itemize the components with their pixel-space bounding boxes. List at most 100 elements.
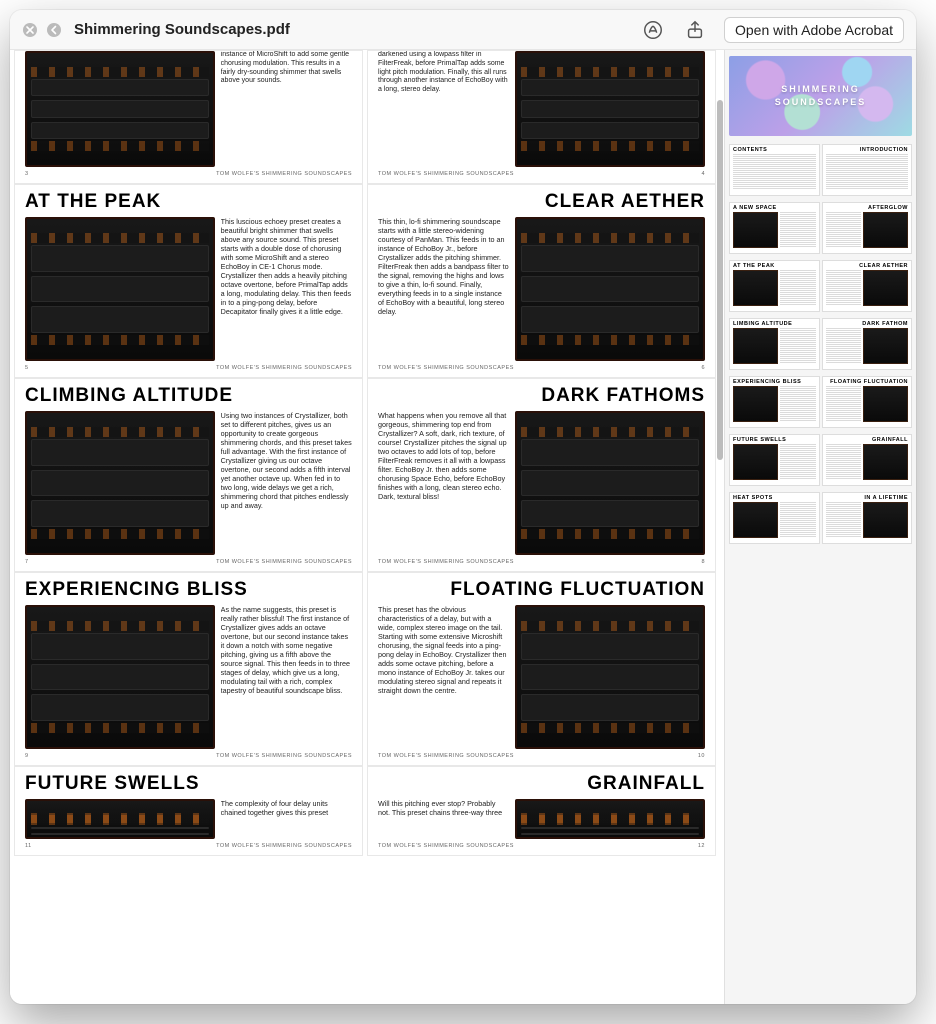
thumbnail-title: EXPERIENCING BLISS (733, 379, 816, 385)
page-thumbnail[interactable]: FUTURE SWELLS (729, 434, 820, 486)
page-number: 3 (25, 171, 29, 181)
page-thumbnail[interactable]: HEAT SPOTS (729, 492, 820, 544)
preset-title: DARK FATHOMS (541, 385, 705, 407)
markup-icon[interactable] (642, 19, 664, 41)
page-thumbnail[interactable]: GRAINFALL (822, 434, 913, 486)
thumbnail-title: AT THE PEAK (733, 263, 816, 269)
page-footer: 4 TOM WOLFE'S SHIMMERING SOUNDSCAPES (368, 171, 715, 183)
preset-description: darkened using a lowpass filter in Filte… (378, 51, 509, 167)
preset-description: instance of MicroShift to add some gentl… (221, 51, 352, 167)
page-thumbnail[interactable]: A NEW SPACE (729, 202, 820, 254)
thumbnail-sidebar[interactable]: SHIMMERING SOUNDSCAPES CONTENTS INTRODUCT… (724, 50, 916, 1004)
preset-title: AT THE PEAK (25, 191, 161, 213)
pdf-page[interactable]: EXPERIENCING BLISSAs the name suggests, … (14, 572, 363, 766)
thumbnail-title: HEAT SPOTS (733, 495, 816, 501)
footer-credit: TOM WOLFE'S SHIMMERING SOUNDSCAPES (378, 365, 514, 375)
page-thumbnail[interactable]: INTRODUCTION (822, 144, 913, 196)
preset-title: FUTURE SWELLS (25, 773, 200, 795)
plugin-screenshot (25, 799, 215, 839)
page-thumbnail[interactable]: CONTENTS (729, 144, 820, 196)
page-thumbnail[interactable]: CLEAR AETHER (822, 260, 913, 312)
page-thumbnail[interactable]: DARK FATHOM (822, 318, 913, 370)
thumbnail-row: EXPERIENCING BLISS FLOATING FLUCTUATION (729, 376, 912, 428)
pdf-page[interactable]: DARK FATHOMS What happens when you remove… (367, 378, 716, 572)
footer-credit: TOM WOLFE'S SHIMMERING SOUNDSCAPES (216, 365, 352, 375)
page-body: As the name suggests, this preset is rea… (15, 605, 362, 753)
page-body: Will this pitching ever stop? Probably n… (368, 799, 715, 843)
page-number: 7 (25, 559, 29, 569)
thumbnail-title: CLEAR AETHER (826, 263, 909, 269)
thumbnail-title: A NEW SPACE (733, 205, 816, 211)
page-thumbnail[interactable]: LIMBING ALTITUDE (729, 318, 820, 370)
page-footer: 11TOM WOLFE'S SHIMMERING SOUNDSCAPES (15, 843, 362, 855)
thumbnail-row: A NEW SPACE AFTERGLOW (729, 202, 912, 254)
page-body: What happens when you remove all that go… (368, 411, 715, 559)
pdf-page[interactable]: CLEAR AETHERThis thin, lo-fi shimmering … (367, 184, 716, 378)
page-footer: 9TOM WOLFE'S SHIMMERING SOUNDSCAPES (15, 753, 362, 765)
page-thumbnail[interactable]: AFTERGLOW (822, 202, 913, 254)
page-number: 12 (698, 843, 705, 853)
thumbnail-title: AFTERGLOW (826, 205, 909, 211)
page-footer: 8 TOM WOLFE'S SHIMMERING SOUNDSCAPES (368, 559, 715, 571)
thumbnail-title: IN A LIFETIME (826, 495, 909, 501)
pdf-page[interactable]: FLOATING FLUCTUATION This preset has the … (367, 572, 716, 766)
footer-credit: TOM WOLFE'S SHIMMERING SOUNDSCAPES (378, 171, 514, 181)
cover-thumbnail[interactable]: SHIMMERING SOUNDSCAPES (729, 56, 912, 136)
close-icon[interactable] (22, 22, 38, 38)
page-footer: 7 TOM WOLFE'S SHIMMERING SOUNDSCAPES (15, 559, 362, 571)
spread-row: EXPERIENCING BLISSAs the name suggests, … (12, 572, 718, 766)
thumbnail-title: FLOATING FLUCTUATION (826, 379, 909, 385)
page-body: This thin, lo-fi shimmering soundscape s… (368, 217, 715, 365)
page-thumbnail[interactable]: EXPERIENCING BLISS (729, 376, 820, 428)
preset-description: Will this pitching ever stop? Probably n… (378, 799, 509, 839)
preset-description: This thin, lo-fi shimmering soundscape s… (378, 217, 509, 361)
page-number: 8 (701, 559, 705, 569)
page-body: This preset has the obvious characterist… (368, 605, 715, 753)
footer-credit: TOM WOLFE'S SHIMMERING SOUNDSCAPES (216, 559, 352, 569)
thumbnail-row: CONTENTS INTRODUCTION (729, 144, 912, 196)
footer-credit: TOM WOLFE'S SHIMMERING SOUNDSCAPES (378, 559, 514, 569)
page-body: darkened using a lowpass filter in Filte… (368, 51, 715, 171)
plugin-screenshot (515, 799, 705, 839)
open-with-button[interactable]: Open with Adobe Acrobat (724, 17, 904, 43)
page-thumbnail[interactable]: FLOATING FLUCTUATION (822, 376, 913, 428)
pdf-page[interactable]: GRAINFALL Will this pitching ever stop? P… (367, 766, 716, 856)
plugin-screenshot (25, 51, 215, 167)
back-icon[interactable] (46, 22, 62, 38)
page-number: 4 (701, 171, 705, 181)
document-pane[interactable]: instance of MicroShift to add some gentl… (10, 50, 724, 1004)
pdf-page[interactable]: instance of MicroShift to add some gentl… (14, 50, 363, 184)
page-number: 5 (25, 365, 29, 375)
pdf-page[interactable]: darkened using a lowpass filter in Filte… (367, 50, 716, 184)
page-thumbnail[interactable]: IN A LIFETIME (822, 492, 913, 544)
thumbnail-row: AT THE PEAK CLEAR AETHER (729, 260, 912, 312)
thumbnail-title: DARK FATHOM (826, 321, 909, 327)
page-number: 6 (701, 365, 705, 375)
plugin-screenshot (515, 51, 705, 167)
vertical-scrollbar[interactable] (717, 50, 723, 1004)
window-title: Shimmering Soundscapes.pdf (74, 21, 290, 38)
page-thumbnail[interactable]: AT THE PEAK (729, 260, 820, 312)
plugin-screenshot (515, 411, 705, 555)
pdf-page[interactable]: AT THE PEAK This luscious echoey preset c… (14, 184, 363, 378)
plugin-screenshot (25, 605, 215, 749)
plugin-screenshot (25, 217, 215, 361)
share-icon[interactable] (684, 19, 706, 41)
page-body: The complexity of four delay units chain… (15, 799, 362, 843)
footer-credit: TOM WOLFE'S SHIMMERING SOUNDSCAPES (216, 843, 352, 853)
footer-credit: TOM WOLFE'S SHIMMERING SOUNDSCAPES (378, 753, 514, 763)
pdf-page[interactable]: FUTURE SWELLS The complexity of four dela… (14, 766, 363, 856)
preset-description: What happens when you remove all that go… (378, 411, 509, 555)
page-footer: 10TOM WOLFE'S SHIMMERING SOUNDSCAPES (368, 753, 715, 765)
pdf-page[interactable]: CLIMBING ALTITUDEUsing two instances of … (14, 378, 363, 572)
thumbnail-row: FUTURE SWELLSGRAINFALL (729, 434, 912, 486)
thumbnail-row: HEAT SPOTS IN A LIFETIME (729, 492, 912, 544)
preset-title: FLOATING FLUCTUATION (450, 579, 705, 601)
scroll-thumb[interactable] (717, 100, 723, 460)
preset-description: The complexity of four delay units chain… (221, 799, 352, 839)
preset-title: GRAINFALL (587, 773, 705, 795)
plugin-screenshot (25, 411, 215, 555)
preset-description: This luscious echoey preset creates a be… (221, 217, 352, 361)
cover-title: SHIMMERING SOUNDSCAPES (775, 83, 867, 108)
thumbnail-title: CONTENTS (733, 147, 816, 153)
